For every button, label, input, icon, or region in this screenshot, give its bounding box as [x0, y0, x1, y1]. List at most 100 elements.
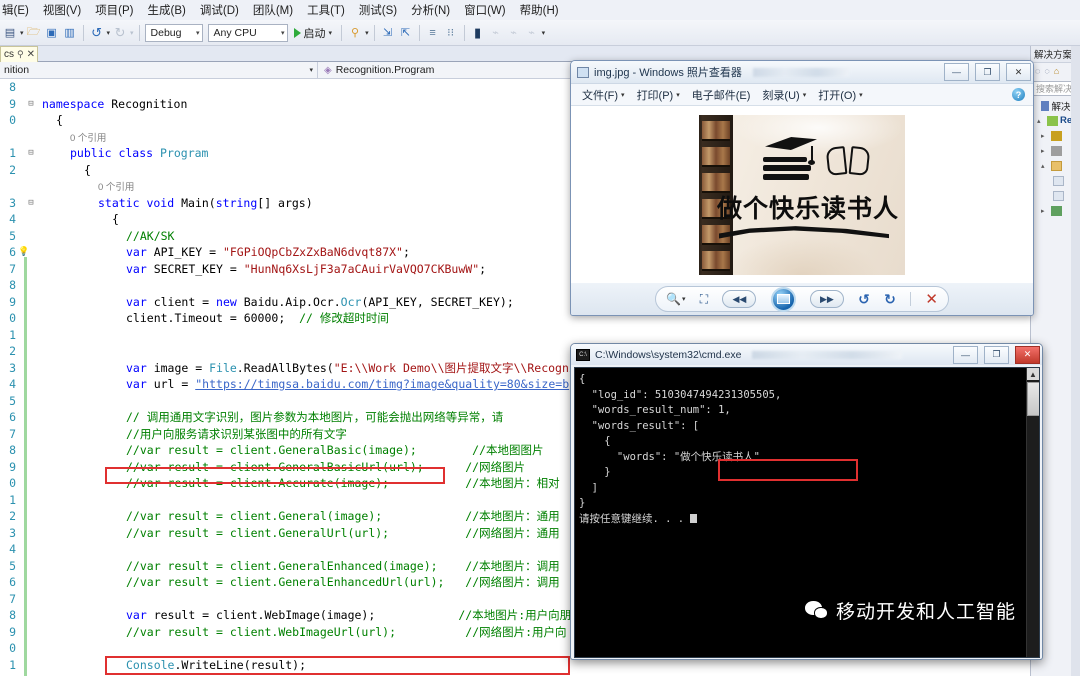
menu-item-build[interactable]: 生成(B): [141, 0, 193, 20]
comment-icon[interactable]: ⁝⁝: [443, 24, 459, 42]
maximize-button[interactable]: ❐: [975, 63, 1000, 81]
forward-icon[interactable]: ◌: [1044, 66, 1049, 76]
toolbar-separator-3: [341, 24, 343, 41]
graduation-cap-icon: [765, 137, 817, 165]
line-number: 5: [9, 393, 16, 408]
cmd-scrollbar[interactable]: ▲: [1026, 368, 1039, 657]
close-button[interactable]: ✕: [1015, 345, 1040, 364]
attach-process-icon[interactable]: ⚲: [347, 24, 363, 42]
menu-item-burn[interactable]: 刻录(U) ▾: [757, 85, 811, 105]
attach-dropdown-icon[interactable]: ▾: [365, 29, 369, 37]
line-number: 8: [9, 80, 16, 94]
cmd-title-bar[interactable]: C:\ C:\Windows\system32\cmd.exe — ❐ ✕: [571, 344, 1042, 365]
expander-icon[interactable]: ▴: [1037, 117, 1045, 125]
menu-item-print[interactable]: 打印(P) ▾: [632, 85, 685, 105]
code-text: //AK/SK: [36, 228, 174, 245]
windows-photo-viewer-window[interactable]: img.jpg - Windows 照片查看器 — ❐ ✕ 文件(F) ▾ 打印…: [570, 60, 1034, 316]
menu-item-help[interactable]: 帮助(H): [513, 0, 566, 20]
menu-item-edit[interactable]: 辑(E): [0, 0, 36, 20]
code-text: {: [36, 112, 63, 129]
bookmark-icon[interactable]: ▮: [470, 24, 486, 42]
tab-program-cs[interactable]: cs ⚲ ✕: [0, 46, 38, 62]
menu-item-team[interactable]: 团队(M): [246, 0, 300, 20]
previous-image-button[interactable]: ◀◀: [722, 290, 757, 308]
code-token: (API_KEY, SECRET_KEY);: [361, 294, 514, 309]
tab-label: cs: [4, 49, 14, 60]
next-image-button[interactable]: ▶▶: [809, 290, 844, 308]
tool-window-tabs[interactable]: [1071, 46, 1080, 676]
zoom-icon[interactable]: 🔍 ▾: [666, 292, 685, 306]
scrollbar-thumb[interactable]: [1027, 382, 1039, 416]
close-button[interactable]: ✕: [1006, 63, 1031, 81]
menu-item-test[interactable]: 测试(S): [352, 0, 404, 20]
back-icon[interactable]: ◌: [1035, 66, 1040, 76]
save-icon[interactable]: ▣: [44, 24, 60, 42]
maximize-button[interactable]: ❐: [984, 345, 1009, 364]
open-file-icon[interactable]: 🗁: [26, 24, 42, 42]
photo-viewer-canvas[interactable]: 做个快乐读书人: [571, 106, 1033, 283]
gutter-spacer: [26, 558, 36, 575]
new-project-icon[interactable]: ▤: [2, 24, 18, 42]
solution-platform-select[interactable]: Any CPU ▾: [207, 23, 288, 42]
save-all-icon[interactable]: ▥: [62, 24, 78, 42]
fit-to-window-icon[interactable]: ⛶: [700, 292, 708, 307]
play-slideshow-button[interactable]: [770, 286, 796, 312]
collapse-region-icon[interactable]: ⊟: [26, 195, 36, 212]
delete-image-icon[interactable]: ✕: [925, 290, 938, 308]
expander-icon[interactable]: ▸: [1041, 132, 1049, 140]
blurred-title-suffix: [752, 350, 903, 359]
menu-item-file[interactable]: 文件(F) ▾: [577, 85, 630, 105]
toolbar-separator-5: [418, 24, 420, 41]
home-icon[interactable]: ⌂: [1054, 66, 1059, 76]
menu-item-analyze[interactable]: 分析(N): [404, 0, 457, 20]
quick-actions-bulb-icon[interactable]: 💡: [18, 244, 29, 261]
gutter-spacer: [18, 79, 26, 96]
prev-bookmark-icon: ⌁: [510, 27, 517, 39]
indent-icon[interactable]: ≡: [425, 24, 441, 42]
cmd-title-text: C:\Windows\system32\cmd.exe: [595, 348, 742, 361]
pin-icon[interactable]: ⚲: [17, 49, 24, 60]
scroll-up-arrow-icon[interactable]: ▲: [1027, 368, 1039, 380]
menu-item-window[interactable]: 窗口(W): [457, 0, 513, 20]
photo-viewer-title-bar[interactable]: img.jpg - Windows 照片查看器 — ❐ ✕: [571, 61, 1033, 84]
code-token: namespace: [42, 96, 112, 111]
new-project-dropdown-icon[interactable]: ▾: [20, 29, 24, 37]
rotate-counterclockwise-icon[interactable]: ↺: [858, 291, 870, 308]
menu-item-tools[interactable]: 工具(T): [300, 0, 352, 20]
member-dropdown[interactable]: ◈ Recognition.Program: [318, 64, 434, 76]
menu-item-view[interactable]: 视图(V): [36, 0, 88, 20]
expander-icon[interactable]: ▸: [1041, 207, 1049, 215]
collapse-region-icon[interactable]: ⊟: [26, 96, 36, 113]
menu-item-email[interactable]: 电子邮件(E): [687, 85, 756, 105]
expander-icon[interactable]: ▴: [1041, 162, 1049, 170]
solution-configuration-select[interactable]: Debug ▾: [144, 23, 203, 42]
gutter-spacer: [26, 475, 36, 492]
menu-item-project[interactable]: 项目(P): [88, 0, 140, 20]
photo-viewer-app-icon: [577, 66, 589, 78]
collapse-region-icon[interactable]: ⊟: [26, 145, 36, 162]
code-text: // 调用通用文字识别，图片参数为本地图片，可能会抛出网络等异常，请: [36, 409, 503, 426]
minimize-button[interactable]: —: [953, 345, 978, 364]
method-icon: ◈: [324, 64, 332, 76]
gutter-spacer: [26, 211, 36, 228]
step-into-icon[interactable]: ⇲: [380, 24, 396, 42]
undo-dropdown-icon[interactable]: ▾: [107, 29, 111, 37]
undo-icon[interactable]: ↺: [89, 24, 105, 42]
line-number: 0: [9, 311, 16, 325]
expander-icon[interactable]: ▸: [1041, 147, 1049, 155]
toolbar-overflow-icon[interactable]: ▾: [542, 29, 546, 37]
step-over-icon[interactable]: ⇱: [398, 24, 414, 42]
minimize-button[interactable]: —: [944, 63, 969, 81]
code-token: //var result = client.GeneralEnhanced(im…: [126, 558, 438, 573]
help-icon[interactable]: ?: [1012, 88, 1025, 101]
menu-item-open[interactable]: 打开(O) ▾: [813, 85, 867, 105]
line-number: 2: [9, 162, 16, 177]
line-number: 9: [9, 459, 16, 474]
close-icon[interactable]: ✕: [27, 49, 35, 60]
rotate-clockwise-icon[interactable]: ↻: [884, 291, 896, 308]
line-number: [0, 129, 18, 146]
start-debug-button[interactable]: 启动 ▾: [290, 25, 337, 41]
type-dropdown[interactable]: nition ▾: [0, 61, 318, 79]
menu-item-debug[interactable]: 调试(D): [193, 0, 246, 20]
